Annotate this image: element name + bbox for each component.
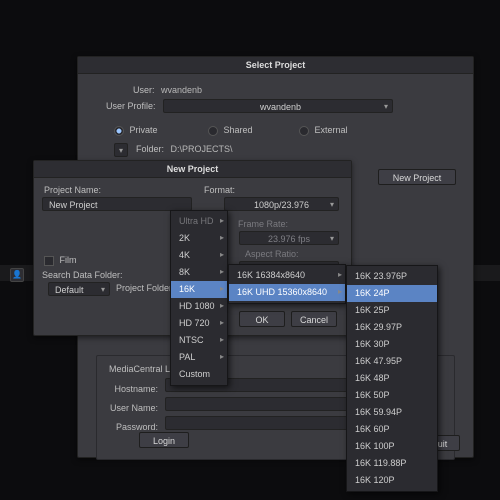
submenu-arrow-icon: ▸ bbox=[220, 248, 224, 261]
project-name-label: Project Name: bbox=[44, 185, 101, 195]
menu-item[interactable]: 16K 23.976P bbox=[347, 268, 437, 285]
menu-item[interactable]: 16K 100P bbox=[347, 438, 437, 455]
folder-path: D:\PROJECTS\ bbox=[171, 144, 233, 154]
menu-item[interactable]: Custom bbox=[171, 366, 227, 383]
menu-item[interactable]: 16K 59.94P bbox=[347, 404, 437, 421]
username-input[interactable] bbox=[165, 397, 365, 411]
format-family-menu: Ultra HD▸2K▸4K▸8K▸16K▸HD 1080▸HD 720▸NTS… bbox=[170, 210, 228, 386]
menu-item[interactable]: 16K 25P bbox=[347, 302, 437, 319]
new-project-button[interactable]: New Project bbox=[378, 169, 456, 185]
menu-item[interactable]: 16K 29.97P bbox=[347, 319, 437, 336]
password-input[interactable] bbox=[165, 416, 365, 430]
submenu-arrow-icon: ▸ bbox=[220, 282, 224, 295]
menu-item[interactable]: 16K 119.88P bbox=[347, 455, 437, 472]
menu-item[interactable]: 16K 60P bbox=[347, 421, 437, 438]
menu-item[interactable]: 8K▸ bbox=[171, 264, 227, 281]
submenu-arrow-icon: ▸ bbox=[220, 316, 224, 329]
submenu-arrow-icon: ▸ bbox=[220, 214, 224, 227]
menu-item[interactable]: 4K▸ bbox=[171, 247, 227, 264]
profile-value: wvandenb bbox=[170, 102, 301, 112]
user-profile-dropdown[interactable]: wvandenb bbox=[163, 99, 393, 113]
submenu-arrow-icon: ▸ bbox=[220, 333, 224, 346]
framerate-label: Frame Rate: bbox=[238, 219, 288, 229]
menu-item[interactable]: 16K▸ bbox=[171, 281, 227, 298]
new-project-title: New Project bbox=[34, 161, 351, 178]
newproj-cancel-button[interactable]: Cancel bbox=[291, 311, 337, 327]
user-name: wvandenb bbox=[161, 85, 202, 95]
submenu-arrow-icon: ▸ bbox=[338, 268, 342, 281]
submenu-arrow-icon: ▸ bbox=[220, 265, 224, 278]
radio-private[interactable] bbox=[114, 126, 124, 136]
menu-item[interactable]: 16K 16384x8640▸ bbox=[229, 267, 345, 284]
external-label: External bbox=[315, 125, 348, 135]
profile-label: User Profile: bbox=[106, 101, 156, 111]
film-checkbox[interactable] bbox=[44, 256, 54, 266]
aspect-label: Aspect Ratio: bbox=[245, 249, 299, 259]
format-label: Format: bbox=[204, 185, 235, 195]
menu-item[interactable]: 16K 30P bbox=[347, 336, 437, 353]
submenu-arrow-icon: ▸ bbox=[220, 231, 224, 244]
submenu-arrow-icon: ▸ bbox=[220, 350, 224, 363]
strip-user-icon[interactable]: 👤 bbox=[10, 268, 24, 282]
film-label: Film bbox=[60, 255, 77, 265]
menu-item[interactable]: 16K 24P bbox=[347, 285, 437, 302]
newproj-ok-button[interactable]: OK bbox=[239, 311, 285, 327]
password-label: Password: bbox=[103, 422, 158, 432]
radio-shared[interactable] bbox=[208, 126, 218, 136]
submenu-arrow-icon: ▸ bbox=[338, 285, 342, 298]
menu-item[interactable]: 16K UHD 15360x8640▸ bbox=[229, 284, 345, 301]
private-label: Private bbox=[130, 125, 158, 135]
search-folder-label: Search Data Folder: bbox=[42, 270, 123, 280]
project-name-input[interactable]: New Project bbox=[42, 197, 192, 211]
format-dropdown[interactable]: 1080p/23.976 bbox=[224, 197, 339, 211]
login-button[interactable]: Login bbox=[139, 432, 189, 448]
shared-label: Shared bbox=[224, 125, 253, 135]
menu-item[interactable]: 16K 120P bbox=[347, 472, 437, 489]
folder-browse-dropdown[interactable] bbox=[114, 143, 128, 157]
format-resolution-menu: 16K 16384x8640▸16K UHD 15360x8640▸ bbox=[228, 264, 346, 304]
menu-item[interactable]: Ultra HD▸ bbox=[171, 213, 227, 230]
username-label: User Name: bbox=[103, 403, 158, 413]
menu-item[interactable]: 16K 48P bbox=[347, 370, 437, 387]
menu-item[interactable]: HD 1080▸ bbox=[171, 298, 227, 315]
folder-label: Folder: bbox=[136, 144, 164, 154]
hostname-label: Hostname: bbox=[103, 384, 158, 394]
search-folder-sub: Project Folder bbox=[116, 283, 172, 293]
menu-item[interactable]: NTSC▸ bbox=[171, 332, 227, 349]
user-label: User: bbox=[133, 85, 155, 95]
menu-item[interactable]: 16K 47.95P bbox=[347, 353, 437, 370]
format-rate-menu: 16K 23.976P16K 24P16K 25P16K 29.97P16K 3… bbox=[346, 265, 438, 492]
submenu-arrow-icon: ▸ bbox=[220, 299, 224, 312]
menu-item[interactable]: 2K▸ bbox=[171, 230, 227, 247]
select-project-title: Select Project bbox=[78, 57, 473, 74]
menu-item[interactable]: HD 720▸ bbox=[171, 315, 227, 332]
framerate-dropdown[interactable]: 23.976 fps bbox=[239, 231, 339, 245]
menu-item[interactable]: PAL▸ bbox=[171, 349, 227, 366]
radio-external[interactable] bbox=[299, 126, 309, 136]
menu-item[interactable]: 16K 50P bbox=[347, 387, 437, 404]
search-folder-dropdown[interactable]: Default bbox=[48, 282, 110, 296]
